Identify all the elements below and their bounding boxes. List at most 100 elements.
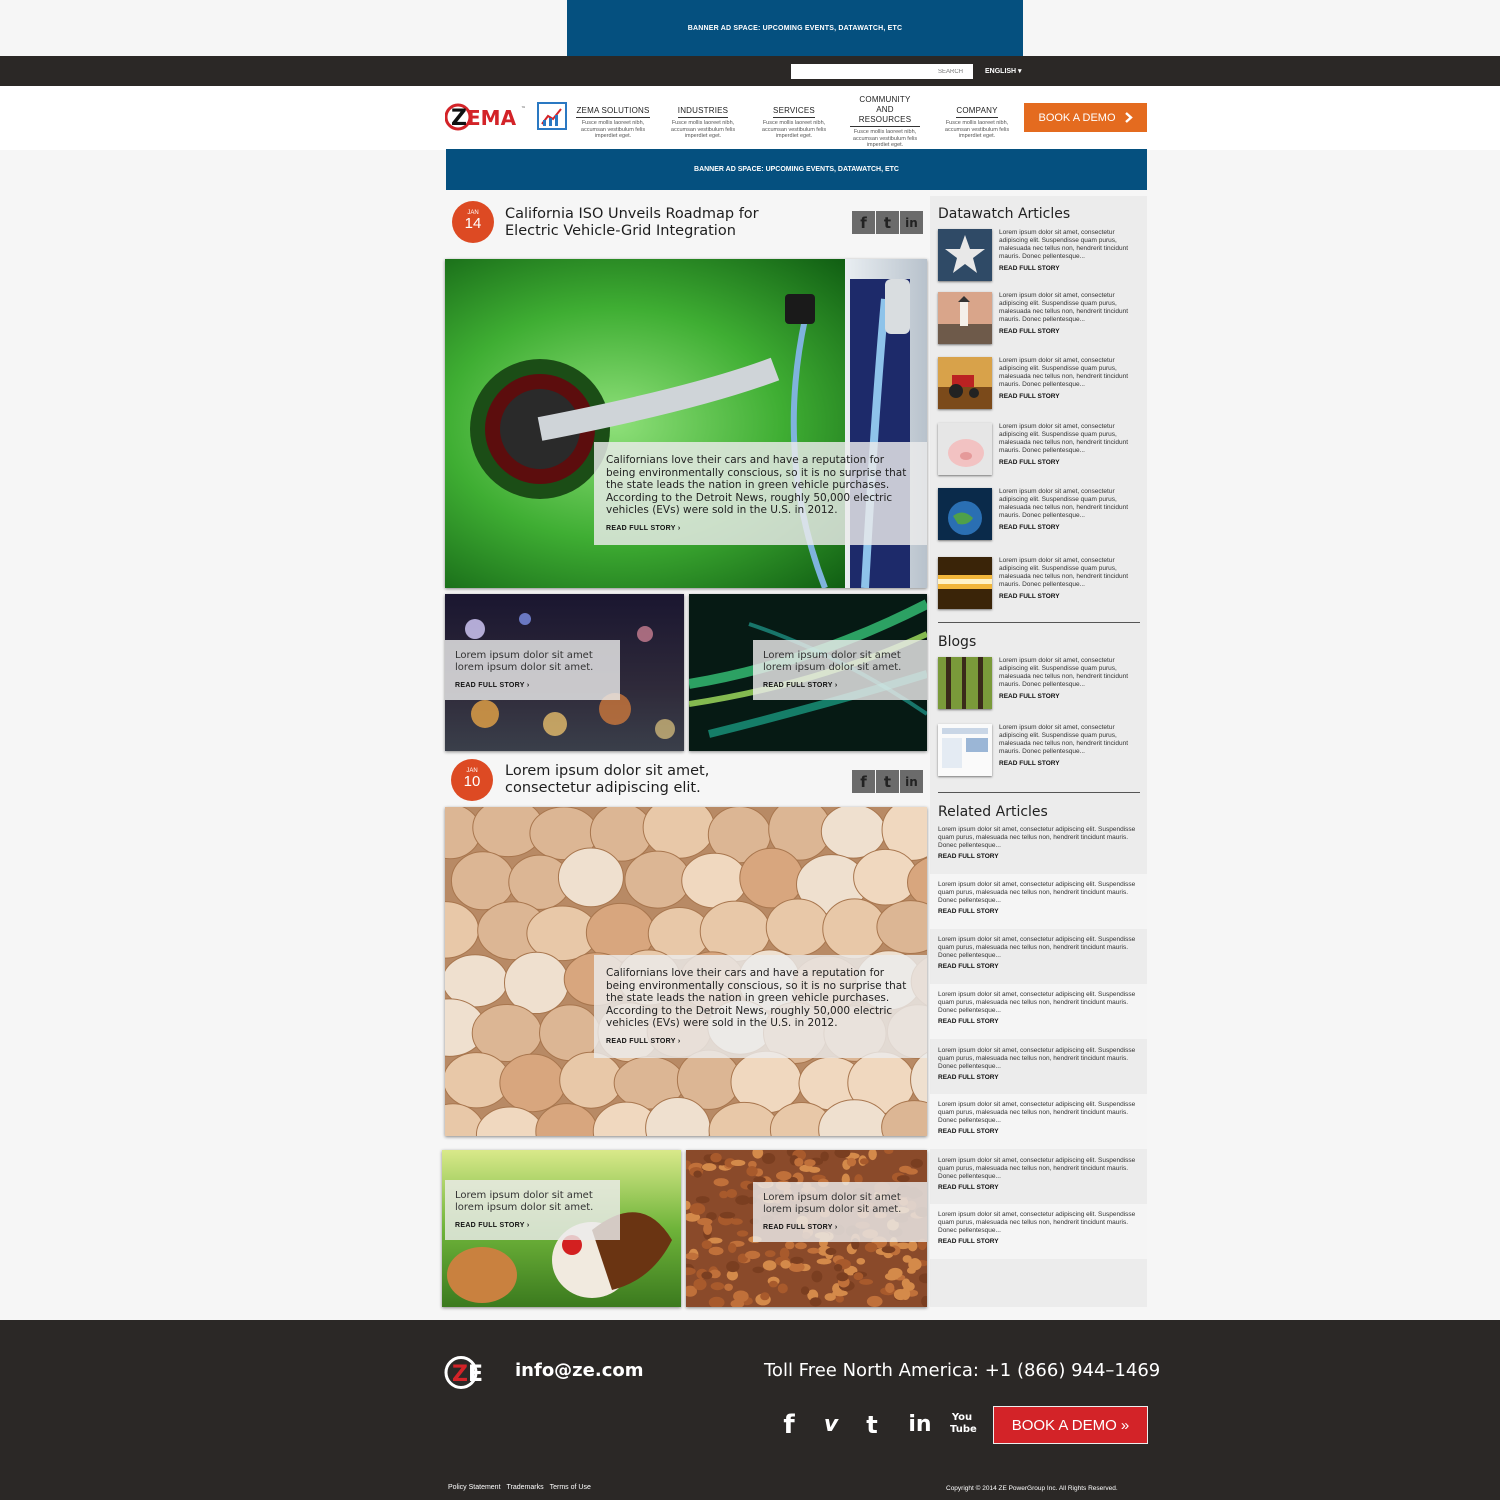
read-full-story-link[interactable]: READ FULL STORY bbox=[999, 693, 1141, 701]
item-text: Lorem ipsum dolor sit amet, consectetur … bbox=[999, 657, 1128, 688]
facebook-icon[interactable]: f bbox=[779, 1410, 799, 1440]
read-full-story-link[interactable]: READ FULL STORY bbox=[938, 908, 1139, 915]
twitter-icon[interactable]: t bbox=[876, 770, 899, 793]
article-hero-image[interactable]: Californians love their cars and have a … bbox=[445, 259, 927, 588]
related-item[interactable]: Lorem ipsum dolor sit amet, consectetur … bbox=[930, 1204, 1147, 1259]
article-title[interactable]: California ISO Unveils Roadmap for Elect… bbox=[505, 206, 765, 240]
datawatch-item[interactable]: Lorem ipsum dolor sit amet, consectetur … bbox=[938, 229, 1143, 284]
read-full-story-link[interactable]: READ FULL STORY bbox=[938, 1184, 1139, 1191]
footer-email-link[interactable]: info@ze.com bbox=[515, 1360, 644, 1381]
policy-statement-link[interactable]: Policy Statement bbox=[448, 1484, 501, 1491]
facebook-icon[interactable]: f bbox=[852, 211, 875, 234]
read-full-story-link[interactable]: READ FULL STORY bbox=[938, 1018, 1139, 1025]
read-full-story-link[interactable]: READ FULL STORY › bbox=[606, 1038, 680, 1045]
language-selector[interactable]: ENGLISH ▾ bbox=[985, 67, 1022, 75]
datawatch-item[interactable]: Lorem ipsum dolor sit amet, consectetur … bbox=[938, 557, 1143, 612]
linkedin-icon[interactable]: in bbox=[905, 1412, 935, 1437]
related-item[interactable]: Lorem ipsum dolor sit amet, consectetur … bbox=[930, 819, 1147, 874]
date-day: 14 bbox=[464, 215, 482, 232]
nav-community-resources[interactable]: COMMUNITY AND RESOURCES Fusce mollis lao… bbox=[845, 95, 925, 149]
footer-book-demo-button[interactable]: BOOK A DEMO » bbox=[993, 1406, 1148, 1444]
tile-image-chickens[interactable]: Lorem ipsum dolor sit amet lorem ipsum d… bbox=[442, 1150, 681, 1307]
read-full-story-link[interactable]: READ FULL STORY bbox=[938, 1238, 1139, 1245]
datawatch-item[interactable]: Lorem ipsum dolor sit amet, consectetur … bbox=[938, 292, 1143, 347]
date-badge: JAN 14 bbox=[452, 201, 494, 243]
datawatch-item[interactable]: Lorem ipsum dolor sit amet, consectetur … bbox=[938, 357, 1143, 412]
vimeo-icon[interactable]: v bbox=[820, 1412, 842, 1437]
header bbox=[0, 86, 1500, 150]
item-text: Lorem ipsum dolor sit amet, consectetur … bbox=[938, 936, 1136, 959]
tile-text: Lorem ipsum dolor sit amet lorem ipsum d… bbox=[455, 650, 594, 673]
read-full-story-link[interactable]: READ FULL STORY bbox=[938, 853, 1139, 860]
terms-of-use-link[interactable]: Terms of Use bbox=[550, 1484, 591, 1491]
tile-image-city-bokeh[interactable]: Lorem ipsum dolor sit amet lorem ipsum d… bbox=[445, 594, 684, 751]
read-full-story-link[interactable]: READ FULL STORY bbox=[999, 328, 1141, 336]
read-full-story-link[interactable]: READ FULL STORY bbox=[938, 1128, 1139, 1135]
read-full-story-link[interactable]: READ FULL STORY bbox=[999, 265, 1141, 273]
read-full-story-link[interactable]: READ FULL STORY › bbox=[455, 1222, 529, 1229]
nav-subtitle: Fusce mollis laoreet nibh, accumsan vest… bbox=[580, 120, 646, 139]
blog-item[interactable]: Lorem ipsum dolor sit amet, consectetur … bbox=[938, 657, 1143, 712]
mid-banner-ad[interactable]: BANNER AD SPACE: UPCOMING EVENTS, DATAWA… bbox=[446, 149, 1147, 190]
top-bar bbox=[0, 56, 1500, 86]
article-title[interactable]: Lorem ipsum dolor sit amet, consectetur … bbox=[505, 763, 765, 797]
read-full-story-link[interactable]: READ FULL STORY › bbox=[606, 525, 680, 532]
nav-title: COMMUNITY AND RESOURCES bbox=[850, 95, 920, 127]
read-full-story-link[interactable]: READ FULL STORY bbox=[999, 760, 1141, 768]
related-item[interactable]: Lorem ipsum dolor sit amet, consectetur … bbox=[930, 984, 1147, 1039]
thumbnail-tractor bbox=[938, 357, 992, 409]
datawatch-item[interactable]: Lorem ipsum dolor sit amet, consectetur … bbox=[938, 423, 1143, 478]
nav-company[interactable]: COMPANY Fusce mollis laoreet nibh, accum… bbox=[937, 100, 1017, 140]
related-item[interactable]: Lorem ipsum dolor sit amet, consectetur … bbox=[930, 1040, 1147, 1095]
read-full-story-link[interactable]: READ FULL STORY › bbox=[763, 682, 837, 689]
article-excerpt: Californians love their cars and have a … bbox=[606, 454, 907, 516]
read-full-story-link[interactable]: READ FULL STORY bbox=[999, 593, 1141, 601]
item-text: Lorem ipsum dolor sit amet, consectetur … bbox=[938, 1157, 1136, 1180]
zema-logo[interactable]: Z EMA ™ bbox=[445, 100, 530, 134]
thumbnail-forest bbox=[938, 657, 992, 709]
read-full-story-link[interactable]: READ FULL STORY bbox=[938, 963, 1139, 970]
book-demo-button[interactable]: BOOK A DEMO bbox=[1024, 103, 1147, 132]
youtube-icon[interactable]: You Tube bbox=[950, 1412, 977, 1436]
tile-overlay: Lorem ipsum dolor sit amet lorem ipsum d… bbox=[445, 640, 620, 700]
linkedin-icon[interactable]: in bbox=[900, 211, 923, 234]
linkedin-icon[interactable]: in bbox=[900, 770, 923, 793]
top-banner-ad[interactable]: BANNER AD SPACE: UPCOMING EVENTS, DATAWA… bbox=[567, 0, 1023, 56]
tile-image-light-streaks[interactable]: Lorem ipsum dolor sit amet lorem ipsum d… bbox=[689, 594, 927, 751]
footer-links: Policy Statement Trademarks Terms of Use bbox=[448, 1484, 591, 1491]
read-full-story-link[interactable]: READ FULL STORY bbox=[938, 1074, 1139, 1081]
nav-services[interactable]: SERVICES Fusce mollis laoreet nibh, accu… bbox=[754, 100, 834, 140]
item-text: Lorem ipsum dolor sit amet, consectetur … bbox=[999, 557, 1128, 588]
ze-footer-logo[interactable]: Z E bbox=[444, 1355, 492, 1390]
read-full-story-link[interactable]: READ FULL STORY bbox=[999, 459, 1141, 467]
article-excerpt-overlay: Californians love their cars and have a … bbox=[594, 955, 927, 1058]
nav-title: ZEMA SOLUTIONS bbox=[576, 106, 650, 118]
article-hero-image-eggs[interactable]: Californians love their cars and have a … bbox=[445, 807, 927, 1136]
thumbnail-dashboard bbox=[938, 724, 992, 776]
read-full-story-link[interactable]: READ FULL STORY bbox=[999, 524, 1141, 532]
read-full-story-link[interactable]: READ FULL STORY › bbox=[763, 1224, 837, 1231]
read-full-story-link[interactable]: READ FULL STORY › bbox=[455, 682, 529, 689]
svg-text:™: ™ bbox=[521, 106, 526, 112]
book-demo-label: BOOK A DEMO bbox=[1038, 111, 1116, 124]
related-item[interactable]: Lorem ipsum dolor sit amet, consectetur … bbox=[930, 874, 1147, 929]
related-item[interactable]: Lorem ipsum dolor sit amet, consectetur … bbox=[930, 1094, 1147, 1149]
trademarks-link[interactable]: Trademarks bbox=[507, 1484, 544, 1491]
tile-image-chicks-flock[interactable]: Lorem ipsum dolor sit amet lorem ipsum d… bbox=[686, 1150, 927, 1307]
facebook-icon[interactable]: f bbox=[852, 770, 875, 793]
blog-item[interactable]: Lorem ipsum dolor sit amet, consectetur … bbox=[938, 724, 1143, 779]
related-item[interactable]: Lorem ipsum dolor sit amet, consectetur … bbox=[930, 929, 1147, 984]
nav-industries[interactable]: INDUSTRIES Fusce mollis laoreet nibh, ac… bbox=[663, 100, 743, 140]
related-item[interactable]: Lorem ipsum dolor sit amet, consectetur … bbox=[930, 1150, 1147, 1205]
twitter-icon[interactable]: t bbox=[861, 1411, 883, 1439]
search-input[interactable] bbox=[791, 64, 973, 79]
article-excerpt: Californians love their cars and have a … bbox=[606, 967, 907, 1029]
share-buttons: f t in bbox=[852, 770, 923, 793]
svg-text:Z: Z bbox=[451, 106, 467, 131]
read-full-story-link[interactable]: READ FULL STORY bbox=[999, 393, 1141, 401]
item-text: Lorem ipsum dolor sit amet, consectetur … bbox=[999, 357, 1128, 388]
svg-text:Z: Z bbox=[452, 1362, 468, 1387]
twitter-icon[interactable]: t bbox=[876, 211, 899, 234]
nav-zema-solutions[interactable]: ZEMA SOLUTIONS Fusce mollis laoreet nibh… bbox=[573, 100, 653, 140]
datawatch-item[interactable]: Lorem ipsum dolor sit amet, consectetur … bbox=[938, 488, 1143, 543]
